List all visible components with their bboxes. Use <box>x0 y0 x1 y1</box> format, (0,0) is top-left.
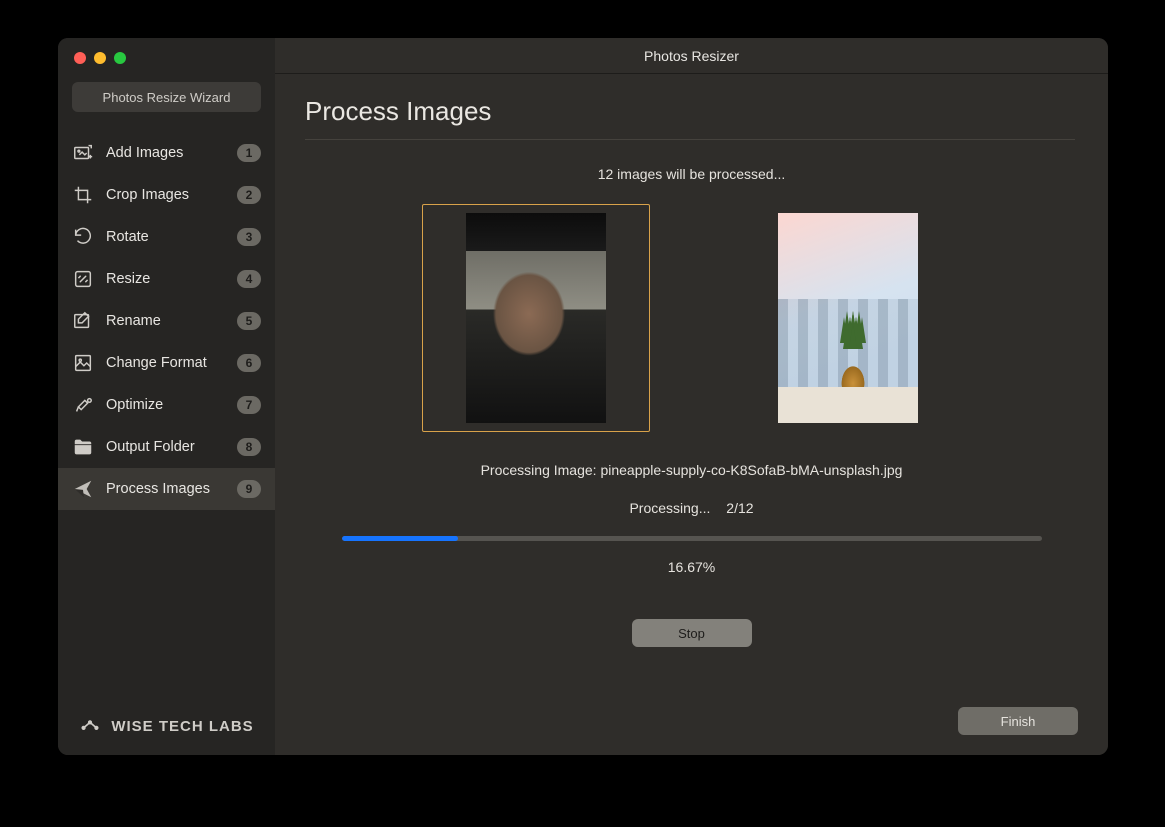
sidebar-item-optimize[interactable]: Optimize 7 <box>58 384 275 426</box>
sidebar-item-label: Process Images <box>106 481 225 497</box>
processing-filename: pineapple-supply-co-K8SofaB-bMA-unsplash… <box>600 462 902 478</box>
finish-button[interactable]: Finish <box>958 707 1078 735</box>
sidebar-item-rename[interactable]: Rename 5 <box>58 300 275 342</box>
sidebar-item-label: Change Format <box>106 355 225 371</box>
sidebar: Photos Resize Wizard Add Images 1 Crop I… <box>58 38 275 755</box>
preview-thumbnail <box>778 213 918 423</box>
processing-status-label: Processing... <box>629 500 710 516</box>
sidebar-item-label: Add Images <box>106 145 225 161</box>
photos-resize-wizard-button[interactable]: Photos Resize Wizard <box>72 82 261 112</box>
content: Process Images 12 images will be process… <box>275 74 1108 755</box>
window-title: Photos Resizer <box>275 38 1108 74</box>
preview-next <box>734 204 962 432</box>
sidebar-item-label: Output Folder <box>106 439 225 455</box>
processing-prefix: Processing Image: <box>481 462 601 478</box>
brand-icon <box>79 715 101 737</box>
sidebar-nav: Add Images 1 Crop Images 2 Rotate 3 <box>58 132 275 510</box>
send-icon <box>72 478 94 500</box>
sidebar-item-label: Optimize <box>106 397 225 413</box>
brand-label: WISE TECH LABS <box>111 718 253 735</box>
rotate-icon <box>72 226 94 248</box>
sidebar-item-label: Crop Images <box>106 187 225 203</box>
sidebar-item-rotate[interactable]: Rotate 3 <box>58 216 275 258</box>
close-window-button[interactable] <box>74 52 86 64</box>
rename-icon <box>72 310 94 332</box>
process-subtitle: 12 images will be processed... <box>305 166 1078 182</box>
sidebar-item-label: Resize <box>106 271 225 287</box>
sidebar-item-label: Rotate <box>106 229 225 245</box>
sidebar-item-badge: 2 <box>237 186 261 204</box>
preview-current <box>422 204 650 432</box>
resize-icon <box>72 268 94 290</box>
divider <box>305 139 1075 140</box>
processing-filename-line: Processing Image: pineapple-supply-co-K8… <box>305 462 1078 478</box>
sidebar-item-resize[interactable]: Resize 4 <box>58 258 275 300</box>
sidebar-item-badge: 5 <box>237 312 261 330</box>
brand: WISE TECH LABS <box>58 715 275 737</box>
sidebar-item-badge: 6 <box>237 354 261 372</box>
zoom-window-button[interactable] <box>114 52 126 64</box>
progress-fill <box>342 536 459 541</box>
sidebar-item-process-images[interactable]: Process Images 9 <box>58 468 275 510</box>
main: Photos Resizer Process Images 12 images … <box>275 38 1108 755</box>
page-title: Process Images <box>305 96 1078 127</box>
sidebar-item-crop-images[interactable]: Crop Images 2 <box>58 174 275 216</box>
minimize-window-button[interactable] <box>94 52 106 64</box>
processing-status: Processing... 2/12 <box>305 500 1078 516</box>
preview-row <box>305 204 1078 432</box>
sidebar-item-change-format[interactable]: Change Format 6 <box>58 342 275 384</box>
preview-thumbnail <box>466 213 606 423</box>
sidebar-item-badge: 3 <box>237 228 261 246</box>
sidebar-item-output-folder[interactable]: Output Folder 8 <box>58 426 275 468</box>
add-images-icon <box>72 142 94 164</box>
change-format-icon <box>72 352 94 374</box>
folder-icon <box>72 436 94 458</box>
optimize-icon <box>72 394 94 416</box>
sidebar-item-add-images[interactable]: Add Images 1 <box>58 132 275 174</box>
sidebar-item-badge: 8 <box>237 438 261 456</box>
sidebar-item-badge: 7 <box>237 396 261 414</box>
stop-button[interactable]: Stop <box>632 619 752 647</box>
progress-percent: 16.67% <box>305 559 1078 575</box>
sidebar-item-label: Rename <box>106 313 225 329</box>
sidebar-item-badge: 1 <box>237 144 261 162</box>
processing-status-count: 2/12 <box>726 500 753 516</box>
sidebar-item-badge: 4 <box>237 270 261 288</box>
crop-icon <box>72 184 94 206</box>
sidebar-item-badge: 9 <box>237 480 261 498</box>
progress-bar <box>342 536 1042 541</box>
app-window: Photos Resize Wizard Add Images 1 Crop I… <box>58 38 1108 755</box>
window-controls <box>58 52 275 64</box>
